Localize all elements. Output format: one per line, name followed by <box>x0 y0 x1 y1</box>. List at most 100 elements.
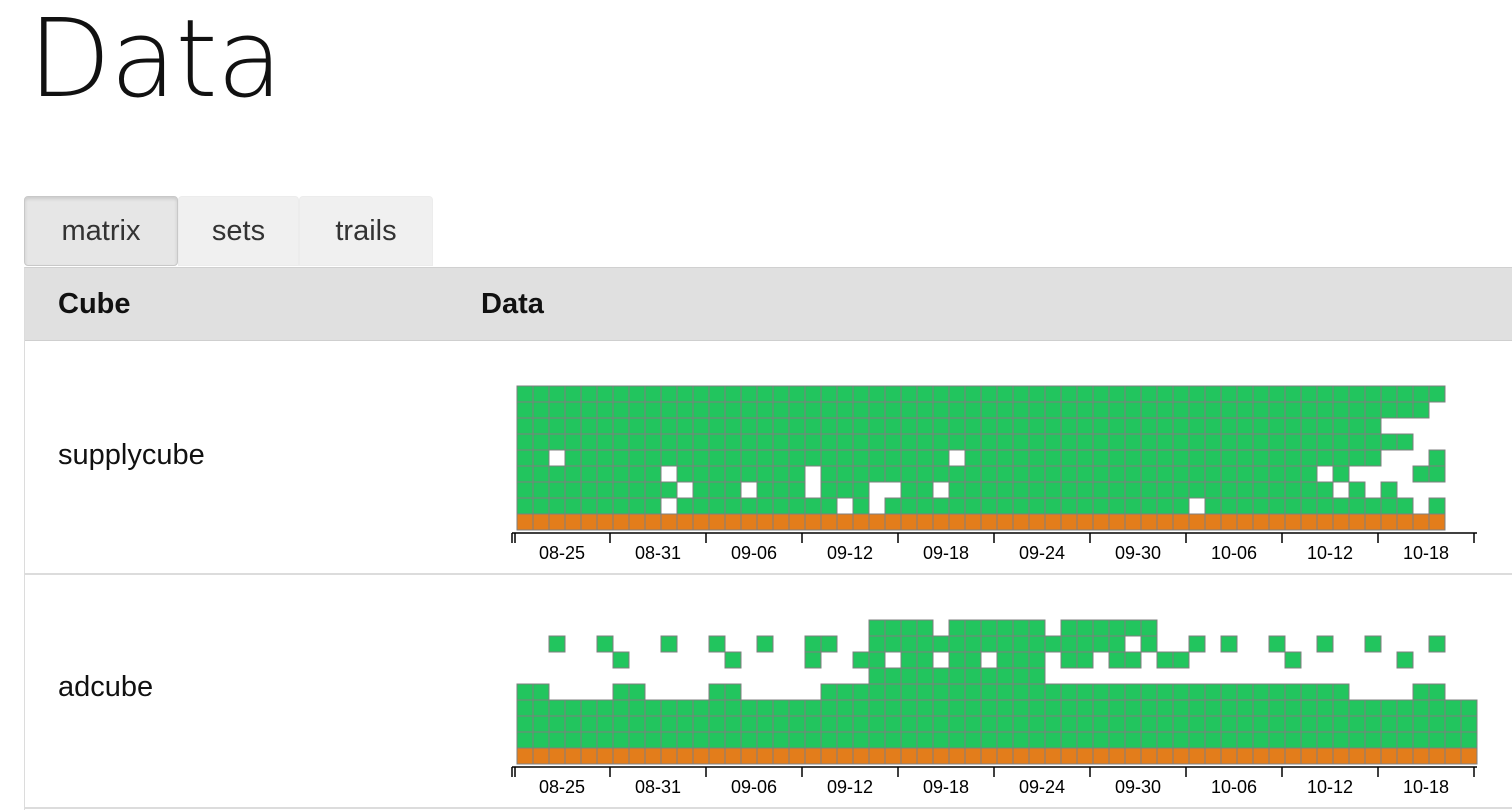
data-cell <box>1444 699 1462 717</box>
data-cell <box>1060 417 1078 435</box>
base-cell <box>564 513 582 531</box>
data-cell <box>996 481 1014 499</box>
data-cell <box>1044 449 1062 467</box>
data-cell <box>1156 731 1174 749</box>
data-cell <box>1332 385 1350 403</box>
base-cell <box>580 513 598 531</box>
data-cell <box>1156 497 1174 515</box>
data-cell <box>676 715 694 733</box>
data-cell <box>1236 433 1254 451</box>
data-cell <box>1316 699 1334 717</box>
data-cell <box>692 433 710 451</box>
data-cell <box>804 417 822 435</box>
data-cell <box>1444 715 1462 733</box>
base-cell <box>900 747 918 765</box>
data-cell <box>644 449 662 467</box>
data-cell <box>1268 683 1286 701</box>
base-cell <box>628 747 646 765</box>
base-cell <box>692 513 710 531</box>
data-cell <box>1012 699 1030 717</box>
data-cell <box>772 481 790 499</box>
data-cell <box>932 497 950 515</box>
data-cell <box>612 497 630 515</box>
x-tick-label: 09-18 <box>923 777 969 797</box>
data-cell <box>1140 699 1158 717</box>
x-tick-label: 08-31 <box>635 543 681 563</box>
base-cell <box>532 513 550 531</box>
data-cell <box>836 449 854 467</box>
data-cell <box>1252 465 1270 483</box>
data-cell <box>884 619 902 637</box>
data-cell <box>868 619 886 637</box>
data-cell <box>756 385 774 403</box>
data-cell <box>1076 683 1094 701</box>
cube-name[interactable]: adcube <box>58 671 153 704</box>
data-cell <box>1188 401 1206 419</box>
base-cell <box>852 513 870 531</box>
data-cell <box>980 481 998 499</box>
data-cell <box>1348 417 1366 435</box>
data-cell <box>1348 731 1366 749</box>
data-cell <box>1300 385 1318 403</box>
cube-name[interactable]: supplycube <box>58 439 205 472</box>
x-tick-label: 10-06 <box>1211 543 1257 563</box>
data-cell <box>1012 465 1030 483</box>
data-cell <box>996 731 1014 749</box>
tab-matrix[interactable]: matrix <box>24 196 178 266</box>
data-cell <box>660 731 678 749</box>
data-cell <box>772 699 790 717</box>
base-cell <box>756 747 774 765</box>
data-cell <box>1108 619 1126 637</box>
data-cell <box>612 465 630 483</box>
data-cell <box>1252 683 1270 701</box>
data-cell <box>868 433 886 451</box>
base-cell <box>1364 513 1382 531</box>
data-cell <box>820 465 838 483</box>
data-cell <box>916 417 934 435</box>
data-cell <box>708 731 726 749</box>
data-cell <box>1188 699 1206 717</box>
data-cell <box>1108 385 1126 403</box>
data-cell <box>1156 683 1174 701</box>
data-cell <box>996 401 1014 419</box>
data-cell <box>724 385 742 403</box>
data-cell <box>1412 683 1430 701</box>
data-cell <box>836 683 854 701</box>
data-cell <box>980 385 998 403</box>
base-cell <box>948 513 966 531</box>
data-cell <box>868 667 886 685</box>
data-cell <box>756 635 774 653</box>
data-cell <box>980 417 998 435</box>
data-cell <box>1092 619 1110 637</box>
data-cell <box>948 433 966 451</box>
data-cell <box>1060 619 1078 637</box>
data-cell <box>740 433 758 451</box>
data-cell <box>644 715 662 733</box>
data-cell <box>1156 651 1174 669</box>
data-cell <box>516 731 534 749</box>
base-cell <box>1060 513 1078 531</box>
data-cell <box>1044 385 1062 403</box>
data-cell <box>612 449 630 467</box>
tab-trails[interactable]: trails <box>299 196 433 266</box>
x-tick-label: 09-06 <box>731 543 777 563</box>
data-cell <box>964 497 982 515</box>
data-cell <box>772 497 790 515</box>
tab-sets[interactable]: sets <box>178 196 299 266</box>
data-cell <box>1300 401 1318 419</box>
data-cell <box>964 465 982 483</box>
data-cell <box>1364 433 1382 451</box>
data-cell <box>708 497 726 515</box>
data-cell <box>628 465 646 483</box>
data-cell <box>916 433 934 451</box>
data-cell <box>1092 385 1110 403</box>
data-cell <box>564 481 582 499</box>
data-cell <box>884 715 902 733</box>
data-cell <box>1124 385 1142 403</box>
data-cell <box>1076 433 1094 451</box>
data-cell <box>1396 715 1414 733</box>
data-cell <box>1060 731 1078 749</box>
data-cell <box>1252 731 1270 749</box>
x-tick-label: 09-30 <box>1115 543 1161 563</box>
data-cell <box>660 635 678 653</box>
